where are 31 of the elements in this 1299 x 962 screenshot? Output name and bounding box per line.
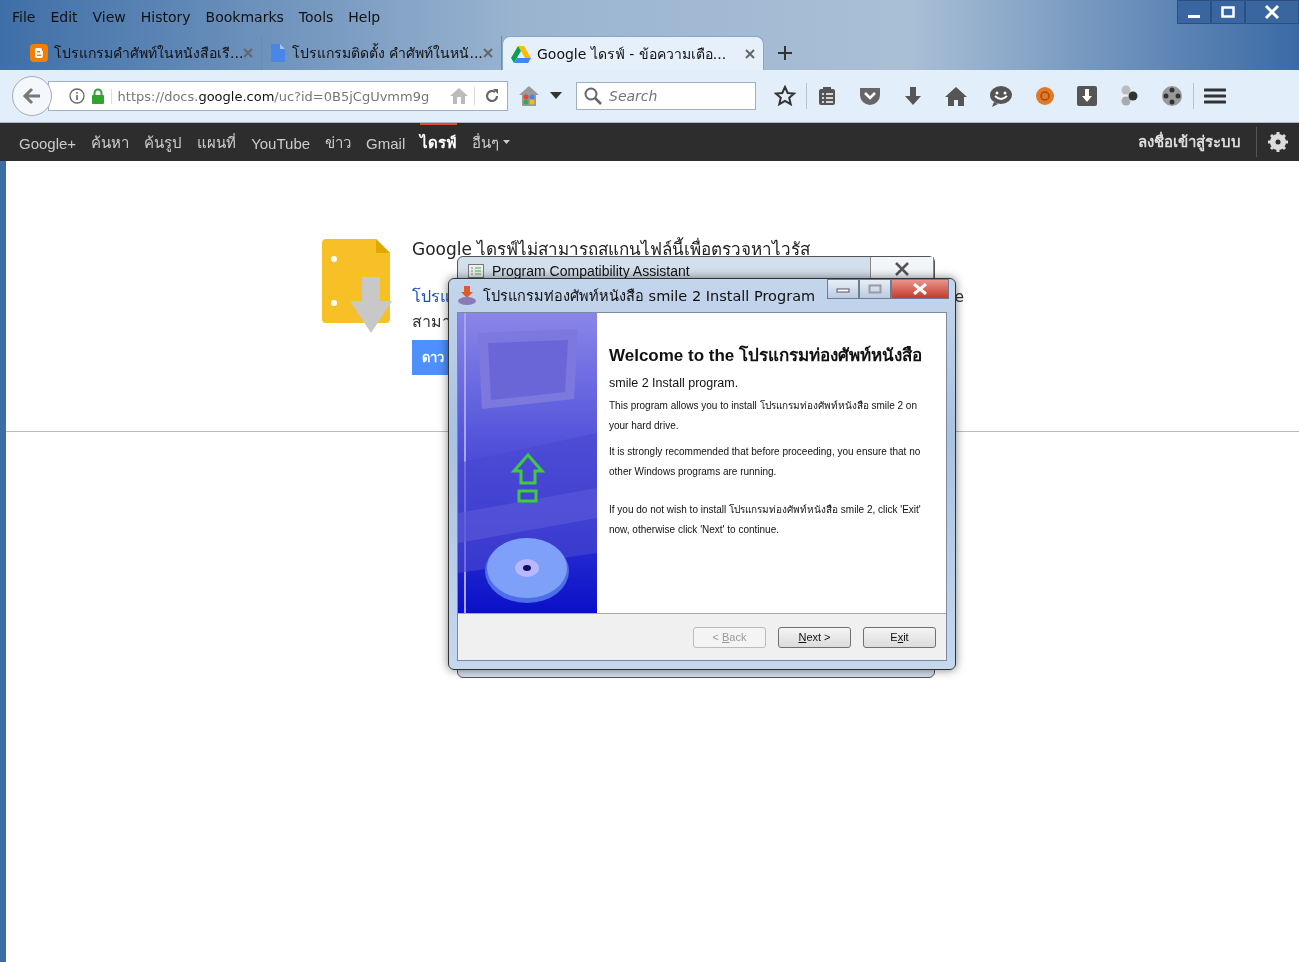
window-title: โปรแกรมท่องศัพท์หนังสือ smile 2 Install Program [483, 287, 816, 306]
google-bar-link[interactable]: Gmail [366, 123, 406, 161]
sign-in-link[interactable]: ลงชื่อเข้าสู่ระบบ [1138, 130, 1241, 154]
browser-tab[interactable]: Google ไดรฟ์ - ข้อความเตือ... [502, 36, 764, 70]
google-bar-link[interactable]: Google+ [19, 123, 77, 161]
menu-item[interactable]: File [12, 8, 36, 25]
menu-item[interactable]: Bookmarks [205, 8, 284, 25]
menu-item[interactable]: Tools [298, 8, 334, 25]
dialog-paragraph: If you do not wish to install โปรแกรมท่องศัพท์หนังสือ smile 2, click 'Exit' now, otherwise click 'Next' to continue. [609, 503, 922, 537]
google-bar-link[interactable]: ค้นหา [91, 123, 130, 161]
menu-item[interactable]: View [92, 8, 126, 25]
google-bar-link[interactable]: YouTube [251, 123, 311, 161]
dialog-paragraph: This program allows you to install โปรแกรมท่องศัพท์หนังสือ smile 2 on your hard drive. [609, 399, 918, 433]
menu-item[interactable]: Help [348, 8, 381, 25]
google-bar-link[interactable]: ข่าว [325, 123, 352, 161]
welcome-subheading: smile 2 Install program. [609, 376, 740, 390]
menu-item[interactable]: Edit [50, 8, 78, 25]
page-heading: Google ไดรฟ์ไม่สามารถสแกนไฟล์นี้เพื่อตรวจหาไวรัส [412, 239, 811, 259]
address-bar[interactable]: https://docs.google.com/uc?id=0B5jCgUvmm9g [48, 81, 508, 111]
dialog-paragraph: It is strongly recommended that before proceeding, you ensure that no other Windows programs are running. [609, 445, 922, 479]
google-bar-link[interactable]: แผนที่ [197, 123, 237, 161]
dialog-button[interactable]: Next > [778, 626, 851, 648]
menu-item[interactable]: History [140, 8, 191, 25]
window-title: Program Compatibility Assistant [492, 263, 690, 279]
google-bar-link[interactable]: ค้นรูป [144, 123, 183, 161]
page-link[interactable]: โปรแ [412, 283, 450, 309]
google-bar-link[interactable]: ไดรฟ์ [420, 123, 458, 161]
google-bar-link[interactable]: อื่นๆ [472, 123, 500, 161]
search-field[interactable]: Search [576, 82, 756, 110]
welcome-heading: Welcome to the โปรแกรมท่องศัพท์หนังสือ [609, 344, 924, 367]
dialog-button[interactable]: Exit [863, 626, 936, 648]
